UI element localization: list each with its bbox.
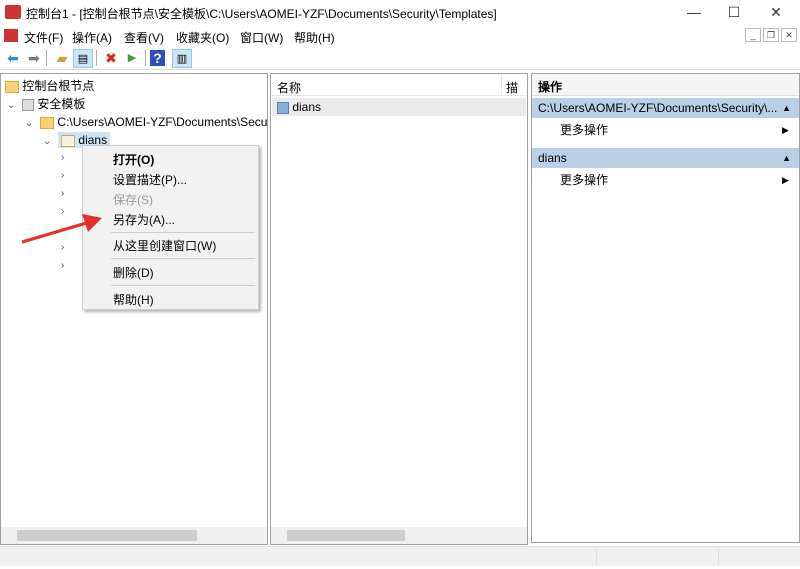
menu-file[interactable]: 文件(F) [24,29,63,46]
menu-bar: 文件(F) 操作(A) 查看(V) 收藏夹(O) 窗口(W) 帮助(H) [0,25,800,47]
forward-icon[interactable]: ➡ [24,49,44,68]
list-pane: 名称 描述 dians [270,73,528,545]
menu-item-save-as[interactable]: 另存为(A)... [113,211,175,228]
help-icon[interactable]: ? [150,50,165,66]
chevron-right-icon[interactable]: › [61,185,81,203]
context-menu: 打开(O) 设置描述(P)... 保存(S) 另存为(A)... 从这里创建窗口… [82,145,259,310]
title-bar: 控制台1 - [控制台根节点\安全模板\C:\Users\AOMEI-YZF\D… [0,0,800,25]
app-icon [5,5,21,19]
submenu-arrow-icon: ▶ [782,125,789,135]
export-list-icon[interactable]: ▶ [122,49,142,68]
template-icon [277,101,289,114]
submenu-arrow-icon: ▶ [782,175,789,185]
annotation-arrow [21,214,102,244]
mdi-close-button[interactable]: ✕ [781,28,797,42]
show-action-pane-icon[interactable]: ▥ [172,49,192,68]
more-actions-2[interactable]: 更多操作 ▶ [560,170,800,190]
toolbar: ⬅ ➡ ▰ ▤ ✖ ▶ ? ▥ [0,47,800,70]
menu-item-help[interactable]: 帮助(H) [113,291,154,308]
menu-item-open[interactable]: 打开(O) [113,151,154,168]
folder-lock-icon [40,116,55,129]
actions-header: 操作 [532,74,799,96]
mdi-restore-button[interactable]: ❐ [763,28,779,42]
up-folder-icon[interactable]: ▰ [52,49,72,68]
tree-label: 安全模板 [37,97,86,111]
collapse-icon[interactable]: ▲ [782,98,791,118]
list-item-label: dians [292,100,322,114]
console-icon [4,29,18,42]
list-header: 名称 描述 [271,74,527,112]
tree-label: 控制台根节点 [22,79,95,93]
minimize-button[interactable]: — [676,0,712,25]
maximize-button[interactable]: ☐ [716,0,752,25]
scroll-thumb[interactable] [287,530,405,541]
delete-icon[interactable]: ✖ [101,49,121,68]
chevron-down-icon[interactable]: ⌄ [25,118,33,129]
menu-action[interactable]: 操作(A) [72,29,112,46]
menu-item-set-description[interactable]: 设置描述(P)... [113,171,187,188]
back-icon[interactable]: ⬅ [3,49,23,68]
action-label: 更多操作 [560,173,609,187]
tree-label: C:\Users\AOMEI-YZF\Documents\Secur [57,115,267,129]
group-label: dians [538,151,567,165]
chevron-right-icon[interactable]: › [61,149,81,167]
column-name[interactable]: 名称 [277,79,301,96]
template-file-icon [61,134,76,147]
show-hide-tree-icon[interactable]: ▤ [73,49,93,68]
menu-item-new-window[interactable]: 从这里创建窗口(W) [113,237,216,254]
menu-item-delete[interactable]: 删除(D) [113,264,154,281]
menu-favorites[interactable]: 收藏夹(O) [176,29,229,46]
actions-pane: 操作 C:\Users\AOMEI-YZF\Documents\Security… [531,73,800,543]
close-button[interactable]: ✕ [758,0,794,25]
template-icon [22,98,35,111]
status-bar [0,546,800,566]
chevron-right-icon[interactable]: › [61,167,81,185]
menu-help[interactable]: 帮助(H) [294,29,335,46]
scroll-thumb[interactable] [17,530,197,541]
action-label: 更多操作 [560,123,609,137]
more-actions-1[interactable]: 更多操作 ▶ [560,120,800,140]
chevron-down-icon[interactable]: ⌄ [7,100,15,111]
menu-view[interactable]: 查看(V) [124,29,164,46]
tree-item-path[interactable]: ⌄ C:\Users\AOMEI-YZF\Documents\Secur [25,113,267,131]
group-label: C:\Users\AOMEI-YZF\Documents\Security\..… [538,101,778,115]
folder-icon [5,80,19,93]
tree-item-root[interactable]: 控制台根节点 [5,77,94,95]
mdi-minimize-button[interactable]: _ [745,28,761,42]
menu-window[interactable]: 窗口(W) [240,29,283,46]
window-title: 控制台1 - [控制台根节点\安全模板\C:\Users\AOMEI-YZF\D… [26,7,497,21]
menu-item-save: 保存(S) [113,193,153,207]
list-item[interactable]: dians [272,98,526,116]
collapse-icon[interactable]: ▲ [782,148,791,168]
action-group-dians[interactable]: dians ▲ [532,148,799,168]
horizontal-scrollbar[interactable] [271,527,527,544]
chevron-down-icon[interactable]: ⌄ [43,136,51,147]
chevron-right-icon[interactable]: › [61,257,81,275]
action-group-path[interactable]: C:\Users\AOMEI-YZF\Documents\Security\..… [532,98,799,118]
tree-item-templates[interactable]: ⌄ 安全模板 [7,95,85,113]
horizontal-scrollbar[interactable] [1,527,267,544]
